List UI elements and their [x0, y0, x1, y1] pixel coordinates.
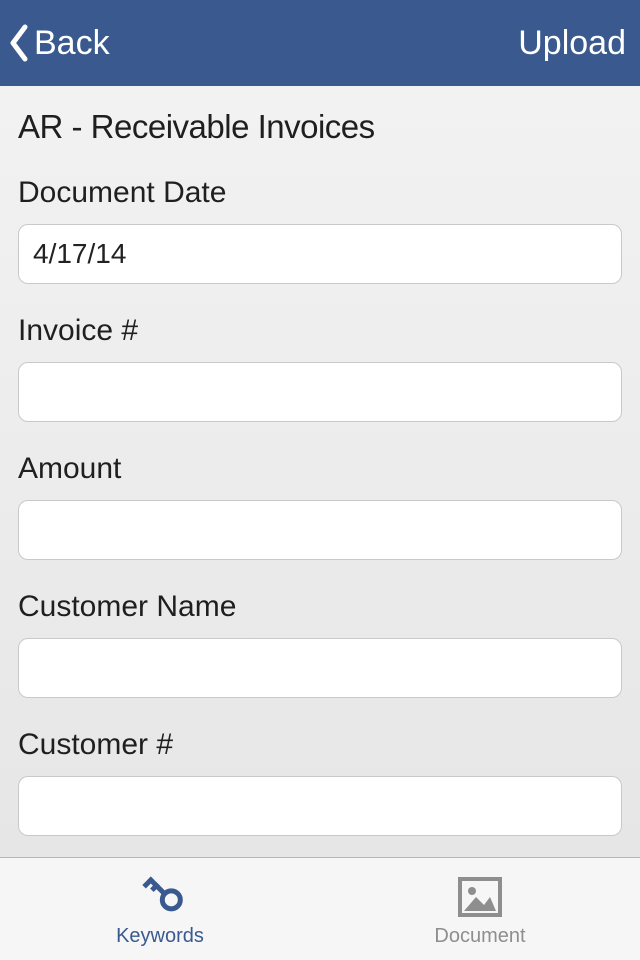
key-icon: [134, 871, 186, 923]
tab-document[interactable]: Document: [320, 858, 640, 960]
back-label: Back: [34, 24, 110, 63]
chevron-left-icon: [8, 24, 30, 62]
tab-document-label: Document: [434, 925, 525, 948]
field-label-invoice-no: Invoice #: [18, 314, 622, 348]
field-amount: Amount: [18, 452, 622, 560]
field-label-customer-no: Customer #: [18, 728, 622, 762]
field-label-document-date: Document Date: [18, 176, 622, 210]
content-area: AR - Receivable Invoices Document Date I…: [0, 86, 640, 857]
amount-input[interactable]: [18, 500, 622, 560]
tab-keywords-label: Keywords: [116, 925, 204, 948]
back-button[interactable]: Back: [8, 24, 110, 63]
field-customer-no: Customer #: [18, 728, 622, 836]
field-label-amount: Amount: [18, 452, 622, 486]
upload-button[interactable]: Upload: [518, 24, 626, 63]
document-date-input[interactable]: [18, 224, 622, 284]
field-customer-name: Customer Name: [18, 590, 622, 698]
field-label-customer-name: Customer Name: [18, 590, 622, 624]
customer-name-input[interactable]: [18, 638, 622, 698]
customer-no-input[interactable]: [18, 776, 622, 836]
tab-bar: Keywords Document: [0, 857, 640, 960]
image-icon: [454, 871, 506, 923]
field-document-date: Document Date: [18, 176, 622, 284]
tab-keywords[interactable]: Keywords: [0, 858, 320, 960]
page-title: AR - Receivable Invoices: [18, 108, 622, 146]
field-invoice-no: Invoice #: [18, 314, 622, 422]
nav-bar: Back Upload: [0, 0, 640, 86]
invoice-no-input[interactable]: [18, 362, 622, 422]
